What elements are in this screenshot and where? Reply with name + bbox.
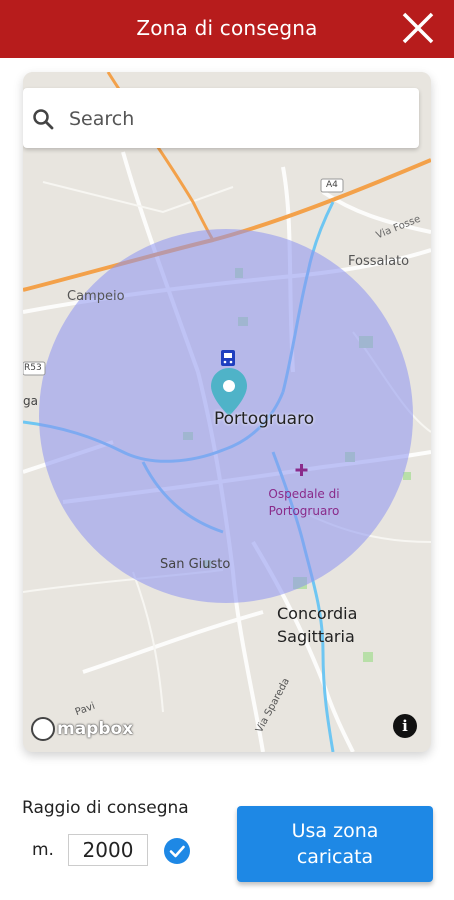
- place-label-portogruaro: Portogruaro: [214, 409, 315, 429]
- header-bar: Zona di consegna: [0, 0, 454, 58]
- mapbox-logo[interactable]: mapbox: [31, 716, 133, 742]
- search-icon: [33, 109, 54, 130]
- map-search-bar: [23, 88, 419, 148]
- map-view[interactable]: A4 R53 ga Campeio Fossalato Via Fosse Po…: [23, 72, 431, 752]
- radius-label: Raggio di consegna: [22, 798, 189, 818]
- place-label-fossalato: Fossalato: [348, 254, 410, 269]
- confirm-check-icon[interactable]: [164, 838, 190, 864]
- road-label-a4: A4: [326, 180, 338, 190]
- page-title: Zona di consegna: [136, 16, 318, 40]
- radius-unit-label: m.: [32, 840, 54, 860]
- road-label-cut: ga: [23, 394, 38, 408]
- place-label-campeio: Campeio: [67, 289, 125, 304]
- radius-input[interactable]: [68, 834, 148, 866]
- use-loaded-zone-button[interactable]: Usa zona caricata: [237, 806, 433, 882]
- train-station-icon: [221, 350, 235, 366]
- info-icon[interactable]: i: [393, 714, 417, 738]
- place-label-ospedale: Ospedale di Portogruaro: [268, 487, 340, 518]
- map-search-input[interactable]: [67, 102, 401, 136]
- place-label-san-giusto: San Giusto: [160, 557, 231, 572]
- mapbox-attribution: mapbox: [57, 719, 134, 739]
- close-icon[interactable]: [400, 10, 436, 46]
- road-label-r53: R53: [24, 363, 42, 373]
- mapbox-logo-icon: [31, 717, 55, 741]
- place-label-concordia: Concordia Sagittaria: [277, 604, 358, 646]
